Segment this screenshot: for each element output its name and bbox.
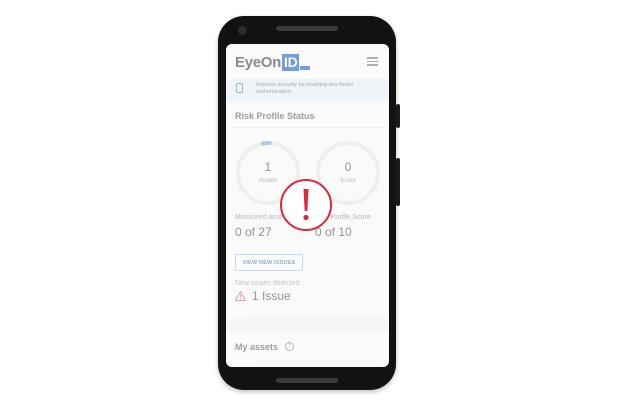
two-factor-notice[interactable]: Improve security by enabling two-factor … <box>226 79 389 99</box>
score-value: 0 <box>344 160 352 174</box>
app-logo[interactable]: EyeOn ID <box>235 53 311 71</box>
view-new-issues-button[interactable]: VIEW NEW ISSUES <box>235 254 303 271</box>
logo-badge: ID <box>282 54 300 71</box>
assets-count: 1 <box>264 160 272 174</box>
phone-speaker-top <box>276 26 338 31</box>
monitored-assets-value: 0 of 27 <box>235 225 272 239</box>
exclamation-circle-icon <box>279 178 333 232</box>
logo-text: EyeOn <box>235 54 282 71</box>
phone-speaker-bottom <box>276 378 338 383</box>
phone-lock-icon <box>236 83 243 93</box>
warning-triangle-icon <box>235 291 246 301</box>
phone-volume-button <box>396 158 400 206</box>
phone-camera <box>238 26 247 35</box>
card-divider <box>226 127 389 128</box>
new-issues-row[interactable]: 1 Issue <box>235 289 291 303</box>
question-circle-icon[interactable]: ? <box>285 342 294 351</box>
new-issues-label: New issues detected <box>235 280 300 287</box>
notice-text: Improve security by enabling two-factor … <box>256 82 354 95</box>
phone-power-button <box>396 104 400 128</box>
risk-profile-title: Risk Profile Status <box>235 111 315 121</box>
logo-mark <box>300 66 311 70</box>
my-assets-card[interactable]: My assets ? <box>226 332 389 367</box>
app-bar: EyeOn ID <box>226 44 389 80</box>
hamburger-menu-icon[interactable] <box>367 57 378 66</box>
new-issues-count: 1 Issue <box>252 289 291 303</box>
my-assets-title: My assets <box>235 342 279 352</box>
